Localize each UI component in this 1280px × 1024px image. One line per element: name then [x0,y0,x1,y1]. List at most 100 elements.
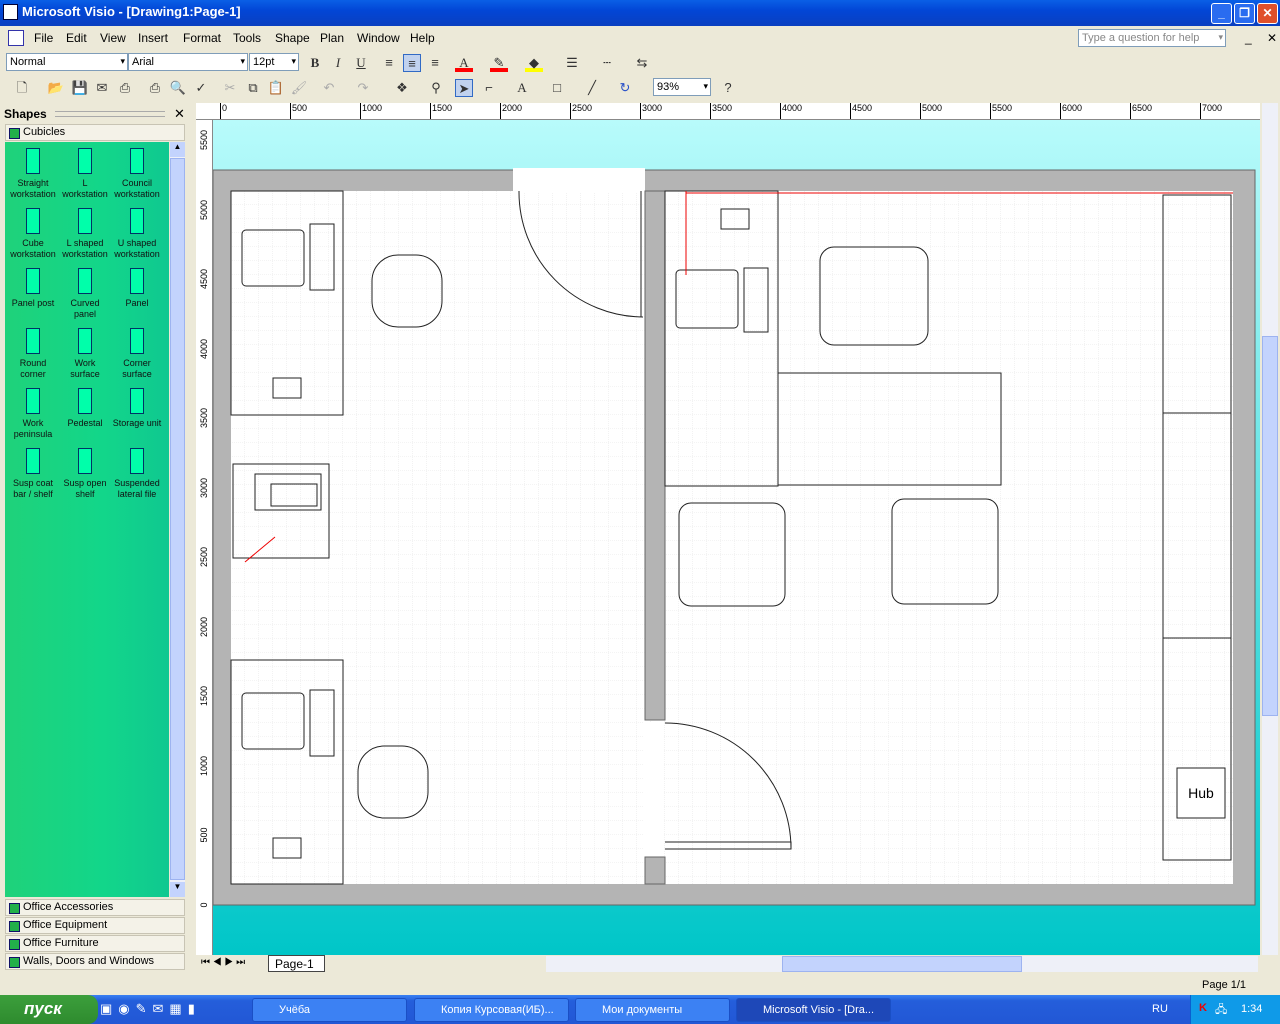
italic-button[interactable]: I [329,54,347,72]
menu-edit[interactable]: Edit [66,31,87,45]
task-visio[interactable]: Microsoft Visio - [Dra... [736,998,891,1022]
vertical-scrollbar[interactable] [1262,103,1278,955]
line-ends-button[interactable]: ⇆ [633,54,651,72]
help-icon[interactable]: ? [719,79,737,97]
stencil-shape[interactable]: Council workstation [111,146,163,200]
stencil-shape[interactable]: U shaped workstation [111,206,163,260]
line-color-button[interactable]: ✎ [490,54,508,72]
line-weight-button[interactable]: ☰ [563,54,581,72]
menu-insert[interactable]: Insert [138,31,168,45]
stencil-shape[interactable]: Curved panel [59,266,111,320]
language-indicator[interactable]: RU [1152,1003,1168,1015]
font-color-button[interactable]: A [455,54,473,72]
antivirus-icon[interactable]: K [1199,1002,1207,1014]
stencil-category[interactable]: Office Equipment [5,917,185,934]
print-icon[interactable]: ⎙ [146,79,164,97]
menu-view[interactable]: View [100,31,126,45]
stencil-shape[interactable]: Panel [111,266,163,309]
menu-window[interactable]: Window [357,31,400,45]
underline-button[interactable]: U [352,54,370,72]
horizontal-ruler[interactable]: 0 500 1000 1500 2000 2500 3000 3500 4000 4500 5000… [196,103,1260,120]
page-nav-buttons[interactable]: ⏮ ◀ ▶ ⏭ [201,957,245,968]
task-my-documents[interactable]: Мои документы [575,998,730,1022]
align-right-button[interactable]: ≡ [426,54,444,72]
line-pattern-button[interactable]: ┄ [598,54,616,72]
stencil-shape[interactable]: Work surface [59,326,111,380]
stencil-shape[interactable]: Susp open shelf [59,446,111,500]
stencil-shape[interactable]: Cube workstation [7,206,59,260]
mail-icon[interactable]: ✉ [93,79,111,97]
stencil-category[interactable]: Office Accessories [5,899,185,916]
bold-button[interactable]: B [306,54,324,72]
align-center-button[interactable]: ≡ [403,54,421,72]
close-button[interactable]: ✕ [1257,3,1278,24]
panel-grip[interactable] [55,111,165,117]
format-painter-icon[interactable]: 🖌 [290,79,308,97]
align-left-button[interactable]: ≡ [380,54,398,72]
network-icon[interactable]: 🖧 [1215,1001,1227,1020]
stencil-shape[interactable]: Panel post [7,266,59,309]
pointer-tool-icon[interactable]: ➤ [455,79,473,97]
maximize-button[interactable]: ❐ [1234,3,1255,24]
stencil-shape[interactable]: Corner surface [111,326,163,380]
line-tool-icon[interactable]: ╱ [583,79,601,97]
tab-page-1[interactable]: Page-1 [268,955,325,972]
undo-icon[interactable]: ↶ [320,79,338,97]
zoom-select[interactable]: 93% [653,78,711,96]
stencil-shape[interactable]: Round corner [7,326,59,380]
text-tool-icon[interactable]: A [513,79,531,97]
shape-label: L workstation [62,178,108,199]
open-icon[interactable]: 📂 [47,79,65,97]
font-size-select[interactable]: 12pt [249,53,299,71]
new-icon[interactable]: 🗋 [13,79,31,97]
menu-plan[interactable]: Plan [320,31,344,45]
stencil-shape[interactable]: Work peninsula [7,386,59,440]
menu-help[interactable]: Help [410,31,435,45]
connector-tool-icon[interactable]: ⌐ [480,79,498,97]
stencil-category[interactable]: Office Furniture [5,935,185,952]
shapes-icon[interactable]: ❖ [393,79,411,97]
spelling-icon[interactable]: ✓ [192,79,210,97]
horizontal-scrollbar[interactable] [546,956,1258,972]
rotate-icon[interactable]: ↻ [616,79,634,97]
stencil-cubicles[interactable]: Cubicles [5,124,185,141]
menu-tools[interactable]: Tools [233,31,261,45]
stencil-shape[interactable]: L shaped workstation [59,206,111,260]
stencil-shape[interactable]: Susp coat bar / shelf [7,446,59,500]
doc-close-button[interactable]: ✕ [1267,31,1277,45]
doc-minimize-button[interactable]: _ [1245,31,1252,45]
redo-icon[interactable]: ↷ [354,79,372,97]
stencil-shape[interactable]: Suspended lateral file [111,446,163,500]
close-panel-button[interactable]: ✕ [174,106,185,122]
stencil-shape[interactable]: Pedestal [59,386,111,429]
cut-icon[interactable]: ✂ [221,79,239,97]
font-select[interactable]: Arial [128,53,248,71]
paste-icon[interactable]: 📋 [267,79,285,97]
minimize-button[interactable]: _ [1211,3,1232,24]
menu-file[interactable]: File [34,31,53,45]
help-search-input[interactable]: Type a question for help [1078,29,1226,47]
drawing-canvas[interactable]: Hub [213,120,1260,955]
preview-icon[interactable]: 🔍 [169,79,187,97]
layers-icon[interactable]: ⚲ [427,79,445,97]
copy-icon[interactable]: ⧉ [244,79,262,97]
ruler-tick: 500 [199,827,209,843]
ruler-tick: 6500 [1130,103,1152,119]
stencil-shape[interactable]: L workstation [59,146,111,200]
fill-color-button[interactable]: ◆ [525,54,543,72]
print-preview-icon[interactable]: ⎙ [116,79,134,97]
menu-shape[interactable]: Shape [275,31,310,45]
menu-format[interactable]: Format [183,31,221,45]
rectangle-tool-icon[interactable]: □ [548,79,566,97]
stencil-category[interactable]: Walls, Doors and Windows [5,953,185,970]
task-ucheba[interactable]: Учёба [252,998,407,1022]
task-kursovaya[interactable]: Копия Курсовая(ИБ)... [414,998,569,1022]
stencil-shape[interactable]: Storage unit [111,386,163,429]
stencil-scrollbar[interactable]: ▲ ▼ [170,142,185,897]
style-select[interactable]: Normal [6,53,128,71]
stencil-shape[interactable]: Straight workstation [7,146,59,200]
start-button[interactable]: пуск [0,995,98,1024]
quick-launch-icons[interactable]: ▣◉✎✉▦▮ [100,1001,201,1017]
vertical-ruler[interactable]: 5500 5000 4500 4000 3500 3000 2500 2000 1500 1000… [196,120,213,955]
save-icon[interactable]: 💾 [71,79,89,97]
